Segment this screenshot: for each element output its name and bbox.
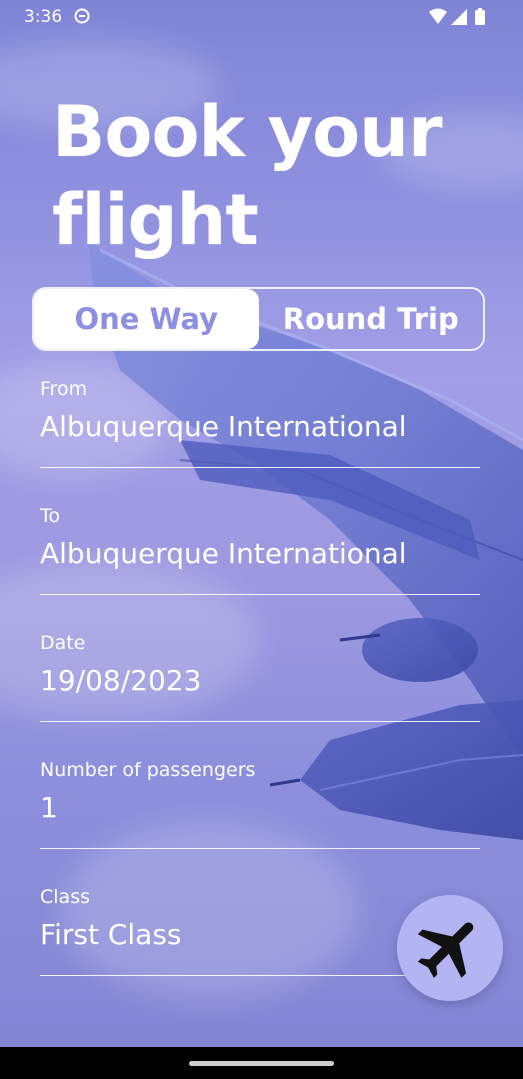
from-value[interactable]: Albuquerque International xyxy=(40,410,407,443)
to-field[interactable]: To Albuquerque International xyxy=(40,505,480,595)
trip-type-toggle: One Way Round Trip xyxy=(32,287,485,351)
date-value[interactable]: 19/08/2023 xyxy=(40,664,201,697)
signal-icon xyxy=(451,9,467,25)
to-label: To xyxy=(40,505,61,527)
book-flight-button[interactable] xyxy=(397,895,503,1001)
dnd-icon xyxy=(74,8,90,24)
status-bar: 3:36 xyxy=(0,0,523,34)
airplane-icon xyxy=(417,922,474,978)
passengers-field[interactable]: Number of passengers 1 xyxy=(40,759,480,849)
date-label: Date xyxy=(40,632,86,654)
page-title-line-1: Book your xyxy=(52,91,443,173)
system-navigation-bar xyxy=(0,1047,523,1079)
wifi-icon xyxy=(429,8,447,24)
from-field[interactable]: From Albuquerque International xyxy=(40,378,480,468)
passengers-value[interactable]: 1 xyxy=(40,791,58,824)
tab-one-way[interactable]: One Way xyxy=(34,289,259,349)
date-field[interactable]: Date 19/08/2023 xyxy=(40,632,480,722)
home-gesture-handle[interactable] xyxy=(189,1061,334,1066)
status-time: 3:36 xyxy=(24,7,63,27)
booking-screen: 3:36 Book your flight One Way Round Trip xyxy=(0,0,523,1079)
battery-icon xyxy=(475,8,485,25)
page-title: Book your flight xyxy=(52,88,492,264)
status-icons xyxy=(429,8,485,25)
from-label: From xyxy=(40,378,88,400)
to-value[interactable]: Albuquerque International xyxy=(40,537,407,570)
class-label: Class xyxy=(40,886,90,908)
tab-round-trip[interactable]: Round Trip xyxy=(259,289,484,349)
page-title-line-2: flight xyxy=(52,179,259,261)
passengers-label: Number of passengers xyxy=(40,759,256,781)
class-value[interactable]: First Class xyxy=(40,918,182,951)
